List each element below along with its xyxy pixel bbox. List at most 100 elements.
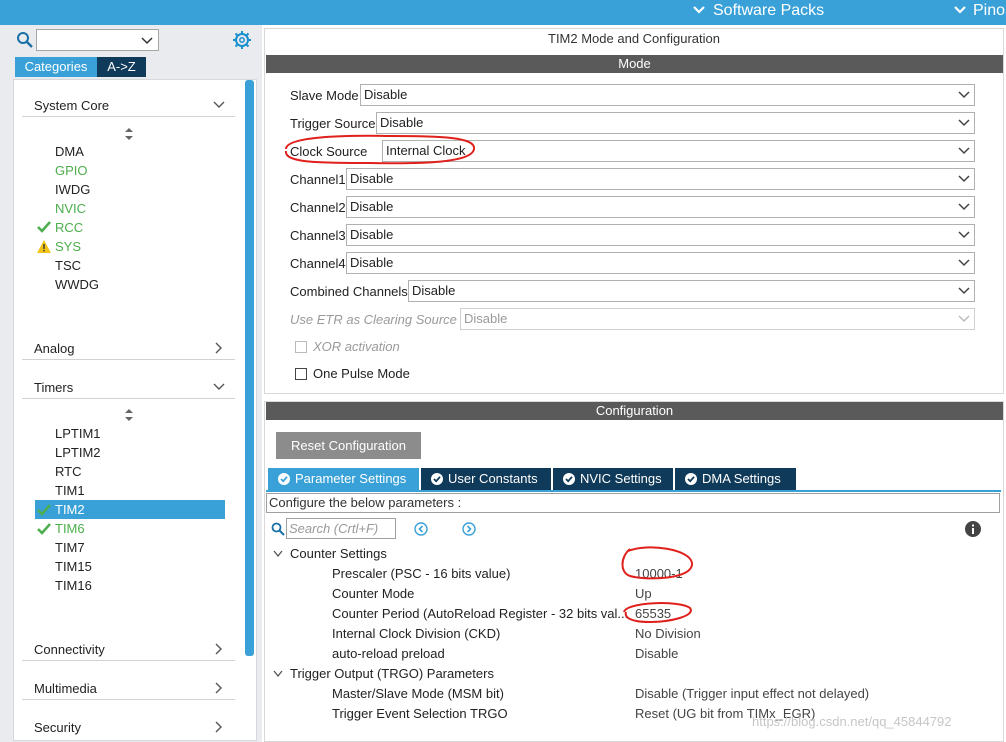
tree-item-gpio[interactable]: GPIO <box>55 163 88 178</box>
reset-configuration-button[interactable]: Reset Configuration <box>276 432 421 459</box>
tree-item-dma[interactable]: DMA <box>55 144 84 159</box>
configure-description: Configure the below parameters : <box>266 493 1000 513</box>
section-security[interactable]: Security <box>22 715 235 739</box>
group-trgo-parameters[interactable]: Trigger Output (TRGO) Parameters <box>290 666 494 681</box>
xor-activation-label: XOR activation <box>313 339 400 354</box>
next-icon[interactable] <box>462 522 476 536</box>
chevron-right-icon <box>215 342 222 354</box>
select-value: Disable <box>350 171 394 186</box>
channel4-select[interactable]: Disable <box>346 252 975 274</box>
chevron-down-icon <box>958 91 970 99</box>
previous-icon[interactable] <box>414 522 428 536</box>
section-label: Connectivity <box>34 642 105 657</box>
collapse-icon[interactable] <box>273 550 283 558</box>
tab-user-constants[interactable]: User Constants <box>421 468 551 490</box>
tab-parameter-settings[interactable]: Parameter Settings <box>268 468 419 490</box>
tree-item-tim16[interactable]: TIM16 <box>55 578 92 593</box>
one-pulse-mode-checkbox[interactable] <box>295 368 307 380</box>
tree-item-wwdg[interactable]: WWDG <box>55 277 99 292</box>
check-icon <box>37 221 51 233</box>
param-prescaler-label: Prescaler (PSC - 16 bits value) <box>332 566 511 581</box>
tab-underline <box>266 490 1001 492</box>
chevron-right-icon <box>215 682 222 694</box>
chevron-down-icon <box>141 37 153 45</box>
chevron-down-icon <box>958 287 970 295</box>
tree-item-rtc[interactable]: RTC <box>55 464 81 479</box>
search-icon <box>271 522 285 536</box>
tree-item-iwdg[interactable]: IWDG <box>55 182 90 197</box>
chevron-down-icon <box>954 6 966 14</box>
param-ckd-value[interactable]: No Division <box>635 626 701 641</box>
chevron-down-icon <box>958 147 970 155</box>
param-counter-mode-value[interactable]: Up <box>635 586 652 601</box>
tree-scrollbar[interactable] <box>245 80 254 656</box>
chevron-down-icon <box>958 231 970 239</box>
section-multimedia[interactable]: Multimedia <box>22 676 235 700</box>
slave-mode-select[interactable]: Disable <box>360 84 975 106</box>
tree-item-lptim2[interactable]: LPTIM2 <box>55 445 101 460</box>
collapse-icon[interactable] <box>273 670 283 678</box>
tab-label: DMA Settings <box>702 471 781 486</box>
software-packs-menu[interactable]: Software Packs <box>713 2 824 20</box>
sort-icon[interactable] <box>124 128 134 140</box>
chevron-down-icon <box>958 315 970 323</box>
param-autoreload-value[interactable]: Disable <box>635 646 678 661</box>
search-input[interactable] <box>36 29 159 51</box>
section-label: Analog <box>34 341 75 356</box>
tree-item-tim2[interactable]: TIM2 <box>55 502 85 517</box>
info-icon[interactable] <box>965 521 981 537</box>
page-title: TIM2 Mode and Configuration <box>548 31 720 46</box>
channel1-select[interactable]: Disable <box>346 168 975 190</box>
select-value: Disable <box>350 227 394 242</box>
combined-channels-label: Combined Channels <box>290 284 408 299</box>
check-icon <box>37 504 51 516</box>
section-system-core[interactable]: System Core <box>22 93 235 117</box>
param-msm-value[interactable]: Disable (Trigger input effect not delaye… <box>635 686 869 701</box>
tab-a-to-z[interactable]: A->Z <box>97 57 146 77</box>
chevron-down-icon <box>958 119 970 127</box>
tab-dma-settings[interactable]: DMA Settings <box>675 468 796 490</box>
pinout-menu[interactable]: Pino <box>973 2 1005 20</box>
tree-item-lptim1[interactable]: LPTIM1 <box>55 426 101 441</box>
clock-source-label: Clock Source <box>290 144 368 159</box>
chevron-down-icon <box>213 383 225 390</box>
channel2-select[interactable]: Disable <box>346 196 975 218</box>
chevron-down-icon <box>693 6 705 14</box>
tab-label: User Constants <box>448 471 538 486</box>
gear-icon[interactable] <box>232 30 252 50</box>
channel3-select[interactable]: Disable <box>346 224 975 246</box>
tree-item-rcc[interactable]: RCC <box>55 220 83 235</box>
section-analog[interactable]: Analog <box>22 336 235 360</box>
search-icon[interactable] <box>16 31 34 49</box>
param-counter-period-value[interactable]: 65535 <box>635 606 671 621</box>
combined-channels-select[interactable]: Disable <box>408 280 975 302</box>
chevron-down-icon <box>958 175 970 183</box>
tree-item-nvic[interactable]: NVIC <box>55 201 86 216</box>
select-value: Disable <box>380 115 424 130</box>
clock-source-select[interactable]: Internal Clock <box>382 140 975 162</box>
param-counter-period-label: Counter Period (AutoReload Register - 32… <box>332 606 629 621</box>
select-value: Disable <box>464 311 508 326</box>
sort-icon[interactable] <box>124 409 134 421</box>
select-value: Internal Clock <box>386 143 466 158</box>
tree-item-tim7[interactable]: TIM7 <box>55 540 85 555</box>
channel1-label: Channel1 <box>290 172 346 187</box>
tab-categories[interactable]: Categories <box>15 57 97 77</box>
parameter-search-input[interactable]: Search (Crtl+F) <box>286 518 396 539</box>
chevron-down-icon <box>213 101 225 108</box>
channel2-label: Channel2 <box>290 200 346 215</box>
section-timers[interactable]: Timers <box>22 375 235 399</box>
param-prescaler-value[interactable]: 10000-1 <box>635 566 683 581</box>
tree-item-tim6[interactable]: TIM6 <box>55 521 85 536</box>
tab-nvic-settings[interactable]: NVIC Settings <box>553 468 673 490</box>
tree-item-tim15[interactable]: TIM15 <box>55 559 92 574</box>
trigger-source-select[interactable]: Disable <box>376 112 975 134</box>
section-connectivity[interactable]: Connectivity <box>22 637 235 661</box>
group-counter-settings[interactable]: Counter Settings <box>290 546 387 561</box>
tree-item-sys[interactable]: SYS <box>55 239 81 254</box>
xor-activation-checkbox <box>295 341 307 353</box>
tree-item-tsc[interactable]: TSC <box>55 258 81 273</box>
check-circle-icon <box>563 473 575 485</box>
tree-item-tim1[interactable]: TIM1 <box>55 483 85 498</box>
chevron-down-icon <box>958 259 970 267</box>
